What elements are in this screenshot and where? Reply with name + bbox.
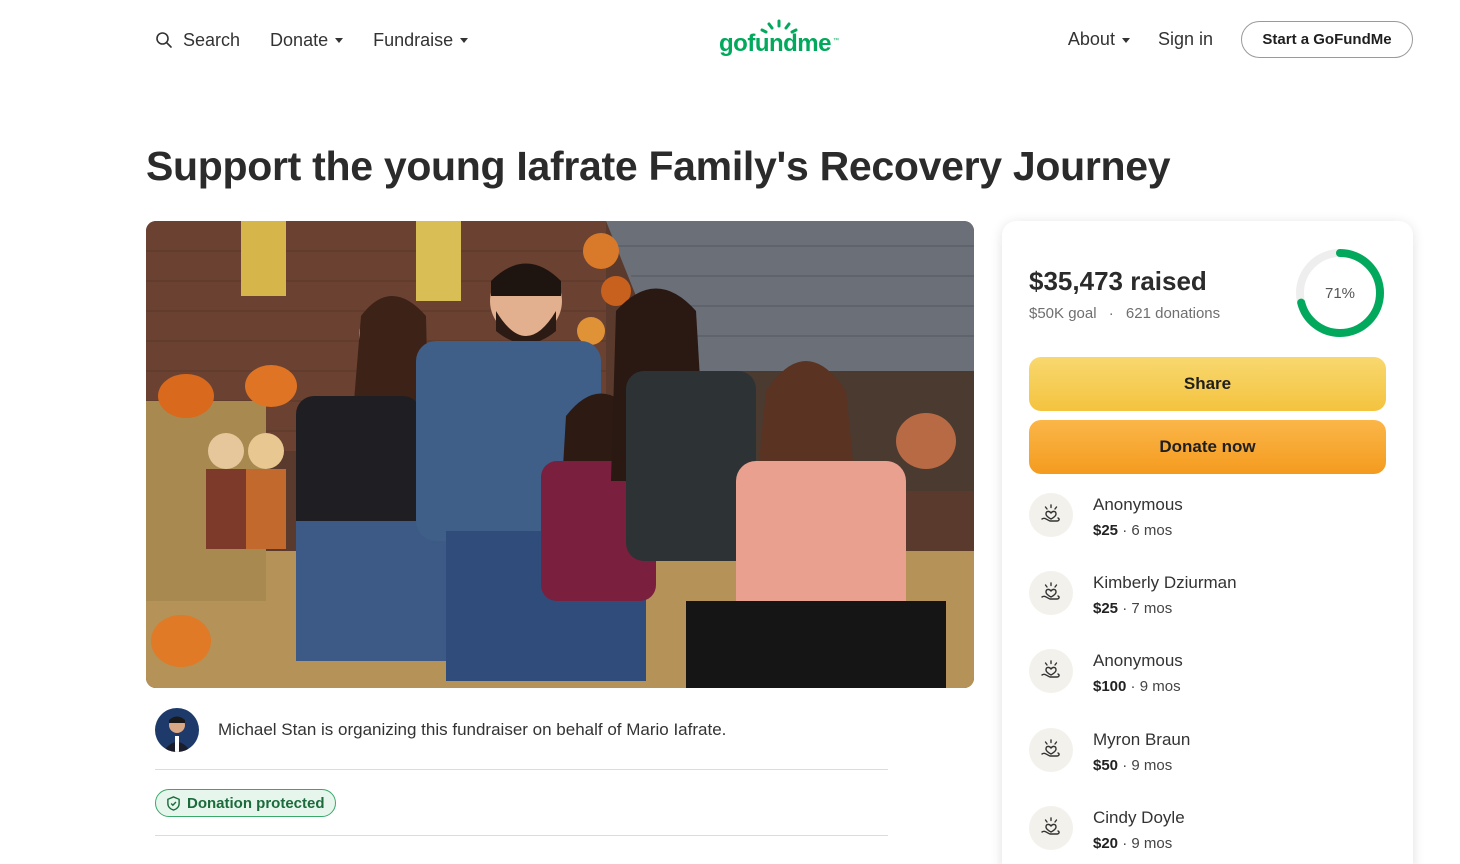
- goal-separator: ·: [1108, 305, 1114, 322]
- donor-time: 7 mos: [1131, 600, 1173, 617]
- donation-hand-heart-icon: [1029, 649, 1073, 693]
- sign-in-link[interactable]: Sign in: [1158, 29, 1213, 50]
- donor-meta: $50 · 9 mos: [1093, 757, 1172, 774]
- protection-row: Donation protected: [155, 770, 888, 836]
- donor-meta: $25 · 6 mos: [1093, 522, 1172, 539]
- goal-amount: $50K goal: [1029, 305, 1097, 322]
- campaign-photo[interactable]: [146, 221, 974, 688]
- donor-dot: ·: [1118, 835, 1132, 852]
- amount-raised: $35,473 raised: [1029, 266, 1207, 296]
- avatar-image: [155, 708, 199, 752]
- fundraise-menu-label: Fundraise: [373, 29, 454, 50]
- donor-dot: ·: [1118, 600, 1132, 617]
- donate-menu-label: Donate: [270, 29, 329, 50]
- donor-meta: $100 · 9 mos: [1093, 678, 1181, 695]
- donor-item: Anonymous $25 · 6 mos: [1029, 493, 1389, 553]
- family-photo-image: [146, 221, 974, 688]
- donation-sidebar: $35,473 raised $50K goal · 621 donations…: [1002, 221, 1413, 864]
- donor-time: 9 mos: [1131, 835, 1173, 852]
- search-icon: [156, 32, 172, 48]
- start-gofundme-button[interactable]: Start a GoFundMe: [1241, 21, 1413, 58]
- search-link[interactable]: Search: [155, 30, 240, 51]
- donor-name: Anonymous: [1093, 495, 1183, 514]
- donate-menu[interactable]: Donate: [270, 29, 344, 51]
- donor-name: Anonymous: [1093, 651, 1183, 670]
- donor-time: 6 mos: [1131, 522, 1173, 539]
- about-menu-label: About: [1067, 29, 1115, 49]
- donation-protected-badge[interactable]: Donation protected: [155, 789, 336, 817]
- gofundme-logo[interactable]: gofundme ™: [719, 18, 843, 62]
- organizer-row: Michael Stan is organizing this fundrais…: [155, 708, 888, 770]
- progress-percent: 71%: [1324, 284, 1356, 302]
- donor-name: Kimberly Dziurman: [1093, 573, 1237, 592]
- logo-wordmark: gofundme: [719, 30, 831, 57]
- share-button[interactable]: Share: [1029, 357, 1386, 411]
- donor-meta: $20 · 9 mos: [1093, 835, 1172, 852]
- donor-item: Myron Braun $50 · 9 mos: [1029, 728, 1389, 788]
- fundraise-menu[interactable]: Fundraise: [373, 29, 469, 51]
- protected-label: Donation protected: [187, 794, 325, 812]
- sign-in-label: Sign in: [1157, 29, 1213, 49]
- header-right-nav: About Sign in Start a GoFundMe: [1068, 21, 1413, 58]
- donor-amount: $50: [1093, 757, 1119, 774]
- caret-down-icon: [335, 38, 344, 43]
- donation-hand-heart-icon: [1029, 493, 1073, 537]
- caret-down-icon: [460, 38, 469, 43]
- donor-time: 9 mos: [1139, 678, 1181, 695]
- donor-dot: ·: [1118, 757, 1132, 774]
- donor-item: Anonymous $100 · 9 mos: [1029, 649, 1389, 709]
- donation-hand-heart-icon: [1029, 728, 1073, 772]
- donor-time: 9 mos: [1131, 757, 1173, 774]
- shield-check-icon: [167, 795, 180, 811]
- donor-meta: $25 · 7 mos: [1093, 600, 1172, 617]
- goal-line: $50K goal · 621 donations: [1029, 305, 1220, 322]
- donation-count: 621 donations: [1125, 305, 1221, 322]
- donation-hand-heart-icon: [1029, 806, 1073, 850]
- search-label: Search: [183, 29, 241, 50]
- donor-amount: $25: [1093, 522, 1119, 539]
- about-menu[interactable]: About: [1068, 29, 1130, 50]
- donor-dot: ·: [1118, 522, 1132, 539]
- organizer-text: Michael Stan is organizing this fundrais…: [218, 720, 727, 739]
- caret-down-icon: [1121, 37, 1130, 43]
- donor-amount: $100: [1093, 678, 1127, 695]
- header-left-nav: Search Donate Fundraise: [155, 28, 498, 52]
- donor-name: Cindy Doyle: [1093, 808, 1185, 827]
- donor-item: Cindy Doyle $20 · 9 mos: [1029, 806, 1389, 864]
- donor-amount: $25: [1093, 600, 1119, 617]
- logo-trademark: ™: [833, 38, 839, 44]
- donate-now-button[interactable]: Donate now: [1029, 420, 1386, 474]
- donation-hand-heart-icon: [1029, 571, 1073, 615]
- donor-dot: ·: [1126, 678, 1140, 695]
- donor-amount: $20: [1093, 835, 1119, 852]
- page-title: Support the young Iafrate Family's Recov…: [146, 143, 1171, 189]
- donor-item: Kimberly Dziurman $25 · 7 mos: [1029, 571, 1389, 631]
- donor-name: Myron Braun: [1093, 730, 1191, 749]
- organizer-avatar[interactable]: [155, 708, 199, 752]
